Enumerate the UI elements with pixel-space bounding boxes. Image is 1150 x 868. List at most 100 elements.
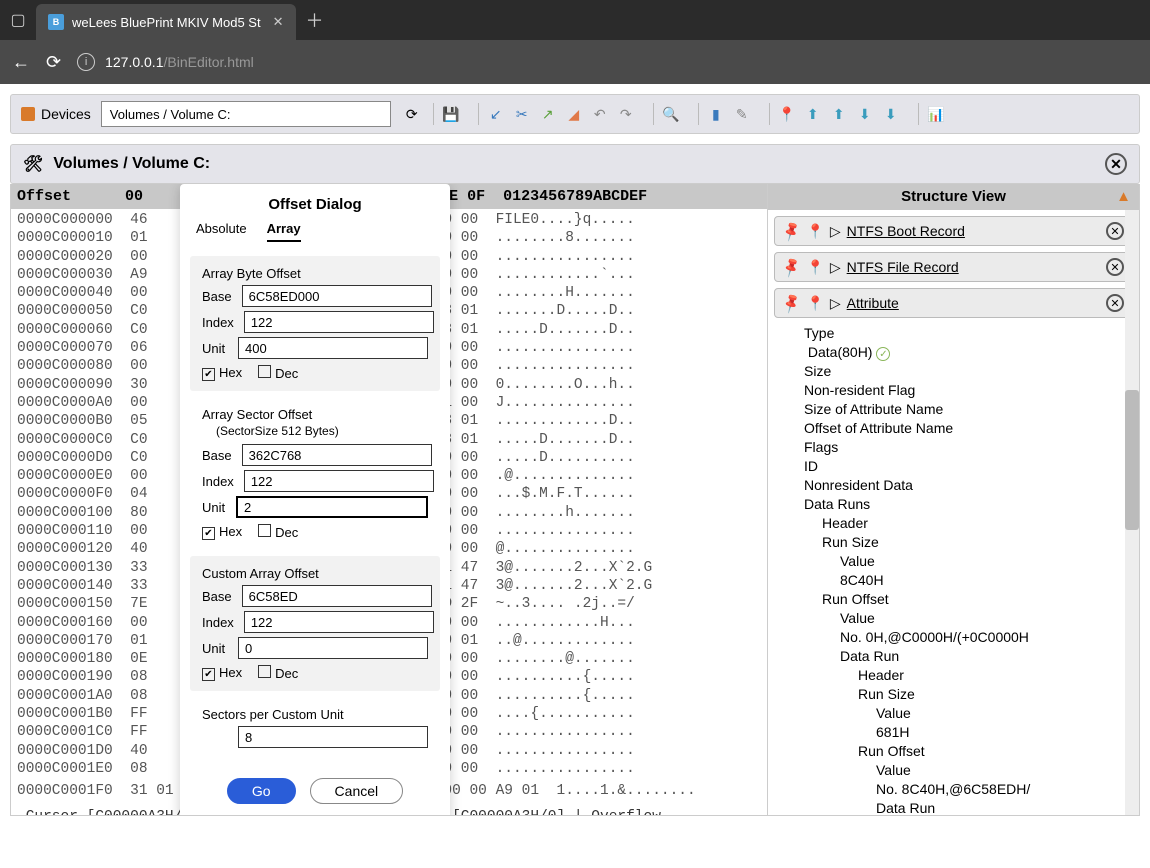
panel-header: 🛠 Volumes / Volume C: ✕: [10, 144, 1140, 184]
sector-offset-block: Array Sector Offset (SectorSize 512 Byte…: [190, 397, 440, 550]
breadcrumb-input[interactable]: Volumes / Volume C:: [101, 101, 391, 127]
back-icon[interactable]: ←: [12, 52, 30, 73]
sector-base-input[interactable]: [242, 444, 432, 466]
app-menu-icon[interactable]: ▢: [0, 10, 36, 30]
tree-value[interactable]: Value: [804, 761, 1133, 780]
pin-icon: 📌: [780, 255, 804, 278]
paste-icon[interactable]: ↗: [537, 103, 559, 125]
tree-size-attr-name[interactable]: Size of Attribute Name: [804, 400, 1133, 419]
tree-run-size[interactable]: Run Size: [804, 533, 1133, 552]
byte-hex-checkbox[interactable]: ✔Hex: [202, 365, 242, 381]
tree-nonres-data[interactable]: Nonresident Data: [804, 476, 1133, 495]
tree-run-size-val: 8C40H: [804, 571, 1133, 590]
tree-data-runs[interactable]: Data Runs: [804, 495, 1133, 514]
sectors-per-block: Sectors per Custom Unit: [190, 697, 440, 762]
tree-data-run[interactable]: Data Run: [804, 799, 1133, 815]
panel-title: Volumes / Volume C:: [53, 155, 210, 173]
devices-label: Devices: [21, 106, 91, 122]
tree-type-value: Data(80H)✓: [804, 343, 1133, 362]
sector-offset-subtitle: (SectorSize 512 Bytes): [216, 424, 428, 438]
play-icon: ▷: [830, 259, 841, 276]
tree-size[interactable]: Size: [804, 362, 1133, 381]
nav-prev-icon[interactable]: ⬆: [828, 103, 850, 125]
close-icon[interactable]: ✕: [1106, 294, 1124, 312]
byte-dec-checkbox[interactable]: Dec: [258, 365, 298, 381]
close-icon[interactable]: ✕: [1106, 258, 1124, 276]
nav-up-icon[interactable]: ⬆: [802, 103, 824, 125]
custom-offset-block: Custom Array Offset Base Index Unit ✔Hex…: [190, 556, 440, 691]
tree-data-run[interactable]: Data Run: [804, 647, 1133, 666]
struct-collapse-icon[interactable]: ▲: [1116, 188, 1131, 205]
pin-icon: 📌: [780, 219, 804, 242]
sector-hex-checkbox[interactable]: ✔Hex: [202, 524, 242, 540]
custom-dec-checkbox[interactable]: Dec: [258, 665, 298, 681]
sector-unit-input[interactable]: [236, 496, 428, 518]
scissors-icon[interactable]: ✂: [511, 103, 533, 125]
reload-icon[interactable]: ⟳: [46, 52, 61, 73]
new-tab-icon[interactable]: ＋: [306, 7, 324, 33]
cut-icon[interactable]: ↙: [485, 103, 507, 125]
undo-icon[interactable]: ↶: [589, 103, 611, 125]
struct-item-attribute[interactable]: 📌 📍 ▷ Attribute ✕: [774, 288, 1133, 318]
tree-value[interactable]: Value: [804, 704, 1133, 723]
hex-panel: Offset 00 0C 0D 0E 0F 0123456789ABCDEF 0…: [11, 184, 767, 815]
close-icon[interactable]: ✕: [1106, 222, 1124, 240]
clear-icon[interactable]: ◢: [563, 103, 585, 125]
struct-item-boot[interactable]: 📌 📍 ▷ NTFS Boot Record ✕: [774, 216, 1133, 246]
nav-next-icon[interactable]: ⬇: [854, 103, 876, 125]
cancel-button[interactable]: Cancel: [310, 778, 404, 804]
tab-close-icon[interactable]: ✕: [261, 14, 284, 30]
save-icon[interactable]: 💾: [440, 103, 462, 125]
byte-offset-block: Array Byte Offset Base Index Unit ✔Hex D…: [190, 256, 440, 391]
tree-header[interactable]: Header: [804, 666, 1133, 685]
struct-item-file[interactable]: 📌 📍 ▷ NTFS File Record ✕: [774, 252, 1133, 282]
tool2-icon[interactable]: ✎: [731, 103, 753, 125]
tree-run-offset[interactable]: Run Offset: [804, 742, 1133, 761]
tree-run-size[interactable]: Run Size: [804, 685, 1133, 704]
nav-down-icon[interactable]: ⬇: [880, 103, 902, 125]
tree-run-offset-val: No. 8C40H,@6C58EDH/: [804, 780, 1133, 799]
tab-absolute[interactable]: Absolute: [196, 221, 247, 242]
byte-unit-input[interactable]: [238, 337, 428, 359]
site-info-icon[interactable]: i: [77, 53, 95, 71]
tree-run-offset[interactable]: Run Offset: [804, 590, 1133, 609]
tree-type[interactable]: Type: [804, 324, 1133, 343]
go-button[interactable]: Go: [227, 778, 296, 804]
tree-id[interactable]: ID: [804, 457, 1133, 476]
app-toolbar: Devices Volumes / Volume C: ⟳ 💾 ↙ ✂ ↗ ◢ …: [10, 94, 1140, 134]
settings-icon[interactable]: 📊: [925, 103, 947, 125]
tree-value[interactable]: Value: [804, 552, 1133, 571]
sectors-per-input[interactable]: [238, 726, 428, 748]
byte-index-input[interactable]: [244, 311, 434, 333]
location-icon: 📍: [806, 295, 823, 312]
pin-icon[interactable]: 📍: [776, 103, 798, 125]
devices-icon: [21, 107, 35, 121]
tab-array[interactable]: Array: [267, 221, 301, 242]
custom-unit-input[interactable]: [238, 637, 428, 659]
tree-offset-attr-name[interactable]: Offset of Attribute Name: [804, 419, 1133, 438]
tree-value[interactable]: Value: [804, 609, 1133, 628]
refresh-icon[interactable]: ⟳: [401, 103, 423, 125]
tree-flags[interactable]: Flags: [804, 438, 1133, 457]
ok-badge-icon: ✓: [876, 347, 890, 361]
sector-dec-checkbox[interactable]: Dec: [258, 524, 298, 540]
tab-favicon-icon: B: [48, 14, 64, 30]
browser-tab[interactable]: B weLees BluePrint MKIV Mod5 St ✕: [36, 4, 296, 40]
struct-scrollbar[interactable]: [1125, 210, 1139, 815]
search-icon[interactable]: 🔍: [660, 103, 682, 125]
panel-close-icon[interactable]: ✕: [1105, 153, 1127, 175]
url-field[interactable]: i 127.0.0.1/BinEditor.html: [77, 53, 254, 71]
custom-base-input[interactable]: [242, 585, 432, 607]
custom-hex-checkbox[interactable]: ✔Hex: [202, 665, 242, 681]
tool1-icon[interactable]: ▮: [705, 103, 727, 125]
tree-header[interactable]: Header: [804, 514, 1133, 533]
redo-icon[interactable]: ↷: [615, 103, 637, 125]
byte-base-input[interactable]: [242, 285, 432, 307]
structure-body[interactable]: 📌 📍 ▷ NTFS Boot Record ✕ 📌 📍 ▷ NTFS File…: [768, 210, 1139, 815]
tree-nonres-flag[interactable]: Non-resident Flag: [804, 381, 1133, 400]
location-icon: 📍: [806, 259, 823, 276]
custom-index-input[interactable]: [244, 611, 434, 633]
structure-panel: Structure View ▲ 📌 📍 ▷ NTFS Boot Record …: [767, 184, 1139, 815]
sector-index-input[interactable]: [244, 470, 434, 492]
url-host: 127.0.0.1: [105, 54, 163, 70]
